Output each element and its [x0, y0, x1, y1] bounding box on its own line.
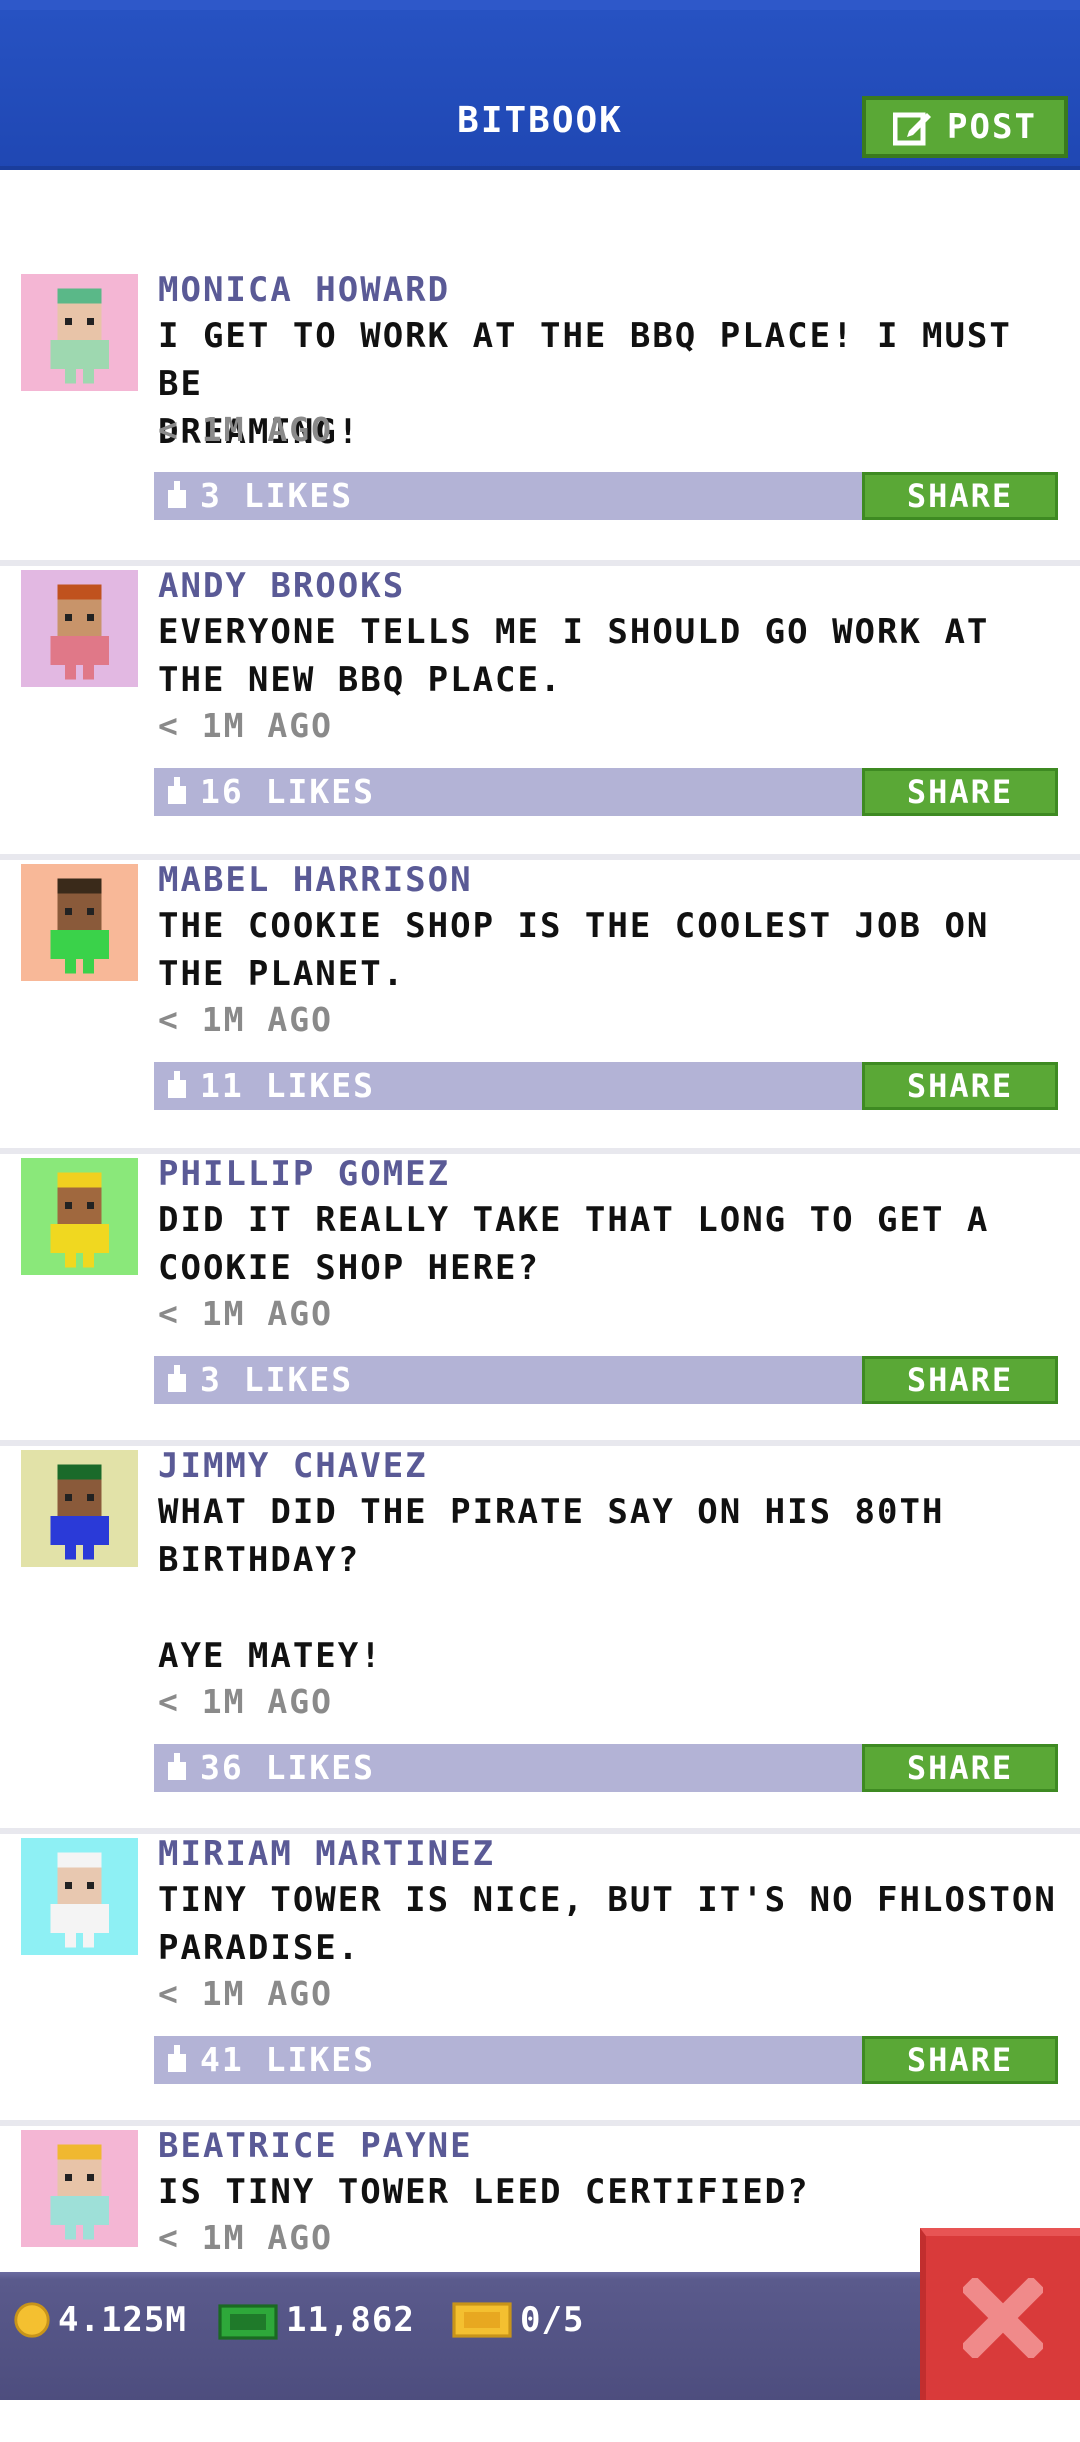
avatar-image [21, 864, 138, 981]
post-timestamp: < 1M AGO [158, 2218, 333, 2257]
post-message: DID IT REALLY TAKE THAT LONG TO GET A CO… [158, 1200, 990, 1288]
likes-bar: 36 LIKES SHARE [154, 1744, 1058, 1792]
feed-post: MABEL HARRISON THE COOKIE SHOP IS THE CO… [0, 860, 1080, 1154]
likes-label: 3 LIKES [200, 1360, 354, 1399]
avatar-image [21, 1450, 138, 1567]
post-timestamp: < 1M AGO [158, 706, 333, 745]
close-button[interactable] [920, 2228, 1080, 2400]
coin-icon [14, 2302, 50, 2338]
feed-post: MONICA HOWARD I GET TO WORK AT THE BBQ P… [0, 270, 1080, 566]
likes-count[interactable]: 11 LIKES [164, 1066, 375, 1105]
post-author[interactable]: MONICA HOWARD [158, 270, 450, 310]
share-button[interactable]: SHARE [862, 1062, 1058, 1110]
avatar[interactable] [21, 274, 138, 391]
likes-bar: 16 LIKES SHARE [154, 768, 1058, 816]
post-timestamp: < 1M AGO [158, 1294, 333, 1333]
app-header: BITBOOK POST [0, 0, 1080, 170]
avatar-image [21, 274, 138, 391]
post-timestamp: < 1M AGO [158, 1000, 333, 1039]
post-message: THE COOKIE SHOP IS THE COOLEST JOB ON TH… [158, 906, 990, 994]
thumb-icon [168, 776, 186, 804]
post-message: EVERYONE TELLS ME I SHOULD GO WORK AT TH… [158, 612, 990, 700]
likes-label: 3 LIKES [200, 476, 354, 515]
likes-count[interactable]: 3 LIKES [164, 1360, 353, 1399]
likes-label: 11 LIKES [200, 1066, 375, 1105]
thumb-icon [168, 2044, 186, 2072]
post-author[interactable]: PHILLIP GOMEZ [158, 1154, 450, 1194]
thumb-icon [168, 1070, 186, 1098]
thumb-icon [168, 1752, 186, 1780]
post-button-label: POST [947, 107, 1037, 147]
post-author[interactable]: JIMMY CHAVEZ [158, 1446, 428, 1486]
likes-bar: 11 LIKES SHARE [154, 1062, 1058, 1110]
tickets-value: 0/5 [520, 2300, 585, 2340]
edit-icon [893, 112, 932, 146]
share-button[interactable]: SHARE [862, 1356, 1058, 1404]
avatar[interactable] [21, 1838, 138, 1955]
feed-post: JIMMY CHAVEZ WHAT DID THE PIRATE SAY ON … [0, 1446, 1080, 1834]
likes-count[interactable]: 36 LIKES [164, 1748, 375, 1787]
share-button[interactable]: SHARE [862, 768, 1058, 816]
post-message: WHAT DID THE PIRATE SAY ON HIS 80TH BIRT… [158, 1492, 945, 1676]
post-message: IS TINY TOWER LEED CERTIFIED? [158, 2172, 810, 2212]
post-author[interactable]: MIRIAM MARTINEZ [158, 1834, 495, 1874]
likes-label: 36 LIKES [200, 1748, 375, 1787]
likes-count[interactable]: 16 LIKES [164, 772, 375, 811]
share-button[interactable]: SHARE [862, 1744, 1058, 1792]
likes-bar: 3 LIKES SHARE [154, 472, 1058, 520]
likes-label: 16 LIKES [200, 772, 375, 811]
bux-value: 11,862 [286, 2300, 415, 2340]
post-timestamp: < 1M AGO [158, 1682, 333, 1721]
bux-icon [218, 2304, 278, 2340]
likes-bar: 3 LIKES SHARE [154, 1356, 1058, 1404]
share-button[interactable]: SHARE [862, 472, 1058, 520]
bux-stat: 11,862 [218, 2300, 415, 2340]
avatar[interactable] [21, 864, 138, 981]
avatar[interactable] [21, 570, 138, 687]
coins-stat: 4.125M [14, 2300, 187, 2340]
avatar-image [21, 1838, 138, 1955]
avatar[interactable] [21, 1158, 138, 1275]
avatar-image [21, 2130, 138, 2247]
thumb-icon [168, 1364, 186, 1392]
coins-value: 4.125M [58, 2300, 187, 2340]
feed-post: PHILLIP GOMEZ DID IT REALLY TAKE THAT LO… [0, 1154, 1080, 1446]
feed-post: MIRIAM MARTINEZ TINY TOWER IS NICE, BUT … [0, 1834, 1080, 2126]
ticket-icon [452, 2302, 512, 2338]
avatar-image [21, 1158, 138, 1275]
share-button[interactable]: SHARE [862, 2036, 1058, 2084]
likes-count[interactable]: 41 LIKES [164, 2040, 375, 2079]
post-button[interactable]: POST [862, 96, 1068, 158]
post-timestamp: < 1M AGO [158, 1974, 333, 2013]
likes-count[interactable]: 3 LIKES [164, 476, 353, 515]
close-icon [963, 2278, 1043, 2358]
post-author[interactable]: MABEL HARRISON [158, 860, 473, 900]
post-message: TINY TOWER IS NICE, BUT IT'S NO FHLOSTON… [158, 1880, 1057, 1968]
avatar[interactable] [21, 1450, 138, 1567]
likes-bar: 41 LIKES SHARE [154, 2036, 1058, 2084]
likes-label: 41 LIKES [200, 2040, 375, 2079]
post-author[interactable]: BEATRICE PAYNE [158, 2126, 473, 2166]
post-timestamp: < 1M AGO [158, 410, 333, 449]
post-author[interactable]: ANDY BROOKS [158, 566, 405, 606]
tickets-stat: 0/5 [452, 2300, 584, 2340]
avatar-image [21, 570, 138, 687]
feed-post: ANDY BROOKS EVERYONE TELLS ME I SHOULD G… [0, 566, 1080, 860]
avatar[interactable] [21, 2130, 138, 2247]
bottom-status-bar: 4.125M 11,862 0/5 [0, 2272, 1080, 2400]
thumb-icon [168, 480, 186, 508]
